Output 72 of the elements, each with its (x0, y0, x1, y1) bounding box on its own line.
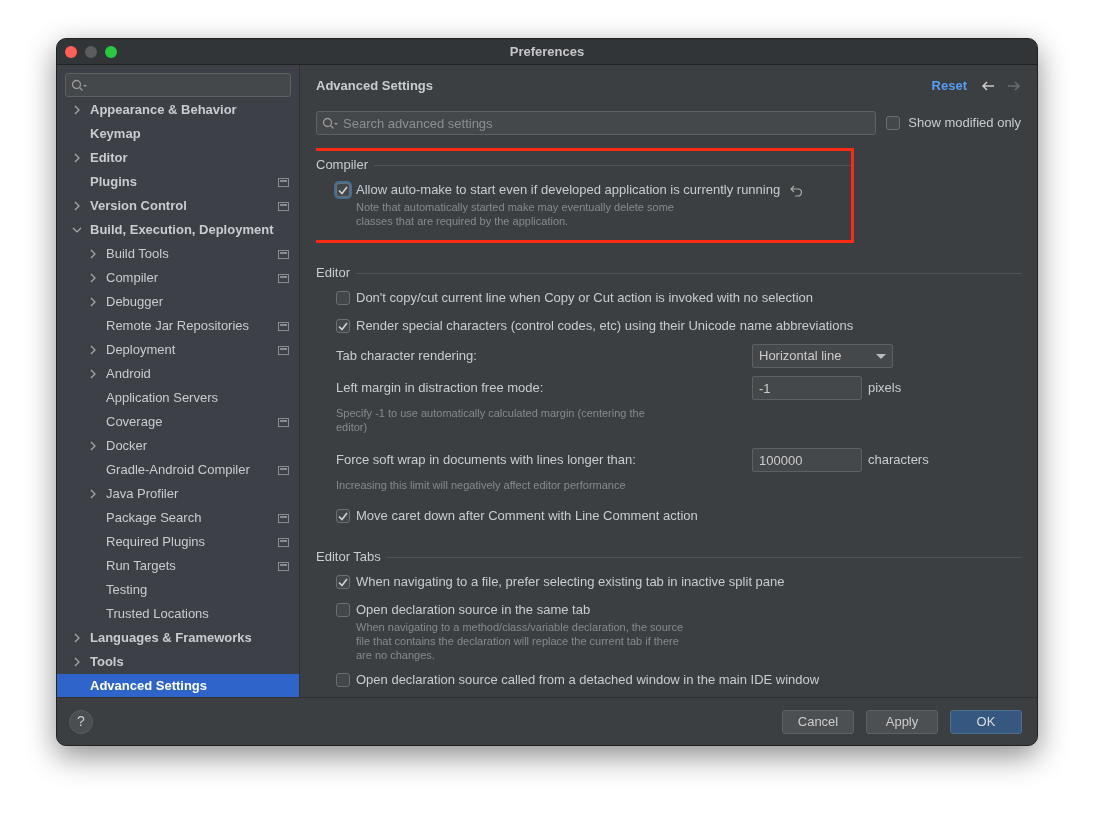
window-title: Preferences (509, 42, 585, 61)
sidebar-item[interactable]: Languages & Frameworks (57, 626, 299, 650)
hint-text: Note that automatically started make may eventually delete some classes that are required by the application. (356, 200, 675, 228)
sidebar-item[interactable]: Plugins (57, 170, 299, 194)
sidebar-item[interactable]: Version Control (57, 194, 299, 218)
sidebar-item[interactable]: Required Plugins (57, 530, 299, 554)
sidebar-item[interactable]: Testing (57, 578, 299, 602)
checkbox-label[interactable]: Show modified only (908, 113, 1021, 133)
sidebar-item[interactable]: Keymap (57, 122, 299, 146)
hint-text: When navigating to a method/class/variable declaration, the source file that contains the declaration will replace the current tab if there are no changes. (356, 620, 685, 662)
undo-icon[interactable] (790, 183, 804, 197)
number-field[interactable]: -1 (752, 376, 862, 400)
sidebar-item[interactable]: Deployment (57, 338, 299, 362)
sidebar-item[interactable]: Application Servers (57, 386, 299, 410)
unit-label: characters (868, 451, 929, 470)
checkbox[interactable] (886, 116, 901, 130)
sidebar-item[interactable]: Run Targets (57, 554, 299, 578)
dropdown[interactable]: Horizontal line (752, 344, 893, 368)
checkbox-label[interactable]: Don't copy/cut current line when Copy or Cut action is invoked with no selection (356, 288, 813, 308)
sidebar-item[interactable]: Tools (57, 650, 299, 674)
sidebar-item[interactable]: Trusted Locations (57, 602, 299, 626)
sidebar-item[interactable]: Remote Jar Repositories (57, 314, 299, 338)
sidebar-item[interactable]: Editor (57, 146, 299, 170)
sidebar-item[interactable]: Advanced Settings (57, 674, 299, 697)
sidebar-item[interactable]: Appearance & Behavior (57, 98, 299, 122)
section-title: Editor (316, 264, 350, 283)
dialog-button[interactable]: Apply (866, 709, 938, 734)
sidebar-item[interactable]: Android (57, 362, 299, 386)
field-label: Left margin in distraction free mode: (336, 379, 545, 398)
field-label: Force soft wrap in documents with lines longer than: (336, 451, 637, 470)
sidebar-item[interactable]: Build Tools (57, 242, 299, 266)
dialog-button[interactable]: OK (950, 709, 1022, 734)
back-arrow-icon[interactable] (981, 80, 995, 92)
checkbox[interactable] (336, 509, 350, 523)
checkbox[interactable] (336, 291, 350, 305)
checkbox[interactable] (336, 183, 350, 197)
sidebar-item[interactable]: Build, Execution, Deployment (57, 218, 299, 242)
checkbox-label[interactable]: Render special characters (control codes, etc) using their Unicode name abbreviations (356, 316, 854, 336)
search-icon (71, 79, 87, 92)
checkbox-label[interactable]: Allow auto-make to start even if developed application is currently running (356, 180, 781, 200)
reset-link[interactable]: Reset (931, 76, 967, 96)
hint-text: Specify -1 to use automatically calculated margin (centering the editor) (336, 406, 646, 434)
section-title: Compiler (316, 156, 368, 175)
number-field[interactable]: 100000 (752, 448, 862, 472)
field-label: Tab character rendering: (336, 347, 478, 366)
checkbox[interactable] (336, 575, 350, 589)
dropdown-arrow-icon (876, 353, 886, 359)
search-field[interactable] (65, 73, 291, 97)
checkbox-label[interactable]: Move caret down after Comment with Line Comment action (356, 506, 698, 526)
sidebar-item[interactable]: Java Profiler (57, 482, 299, 506)
sidebar-item[interactable]: Docker (57, 434, 299, 458)
sidebar-item[interactable]: Package Search (57, 506, 299, 530)
close-button[interactable] (65, 46, 77, 58)
search-icon (322, 117, 338, 130)
checkbox[interactable] (336, 319, 350, 333)
hint-text: Increasing this limit will negatively affect editor performance (336, 478, 627, 492)
unit-label: pixels (868, 379, 902, 398)
sidebar-item[interactable]: Compiler (57, 266, 299, 290)
help-button[interactable]: ? (69, 709, 93, 734)
checkbox[interactable] (336, 673, 350, 687)
zoom-button[interactable] (105, 46, 117, 58)
checkbox-label[interactable]: When navigating to a file, prefer selecting existing tab in inactive split pane (356, 572, 785, 592)
section-title: Editor Tabs (316, 548, 381, 567)
checkbox[interactable] (336, 603, 350, 617)
search-field[interactable]: Search advanced settings (316, 111, 877, 135)
checkbox-label[interactable]: Open declaration source in the same tab (356, 600, 591, 620)
sidebar-item[interactable]: Debugger (57, 290, 299, 314)
dialog-button[interactable]: Cancel (782, 709, 854, 734)
checkbox-label[interactable]: Open declaration source called from a detached window in the main IDE window (356, 670, 820, 690)
sidebar-item[interactable]: Gradle-Android Compiler (57, 458, 299, 482)
sidebar-item[interactable]: Coverage (57, 410, 299, 434)
page-title: Advanced Settings (316, 77, 434, 96)
